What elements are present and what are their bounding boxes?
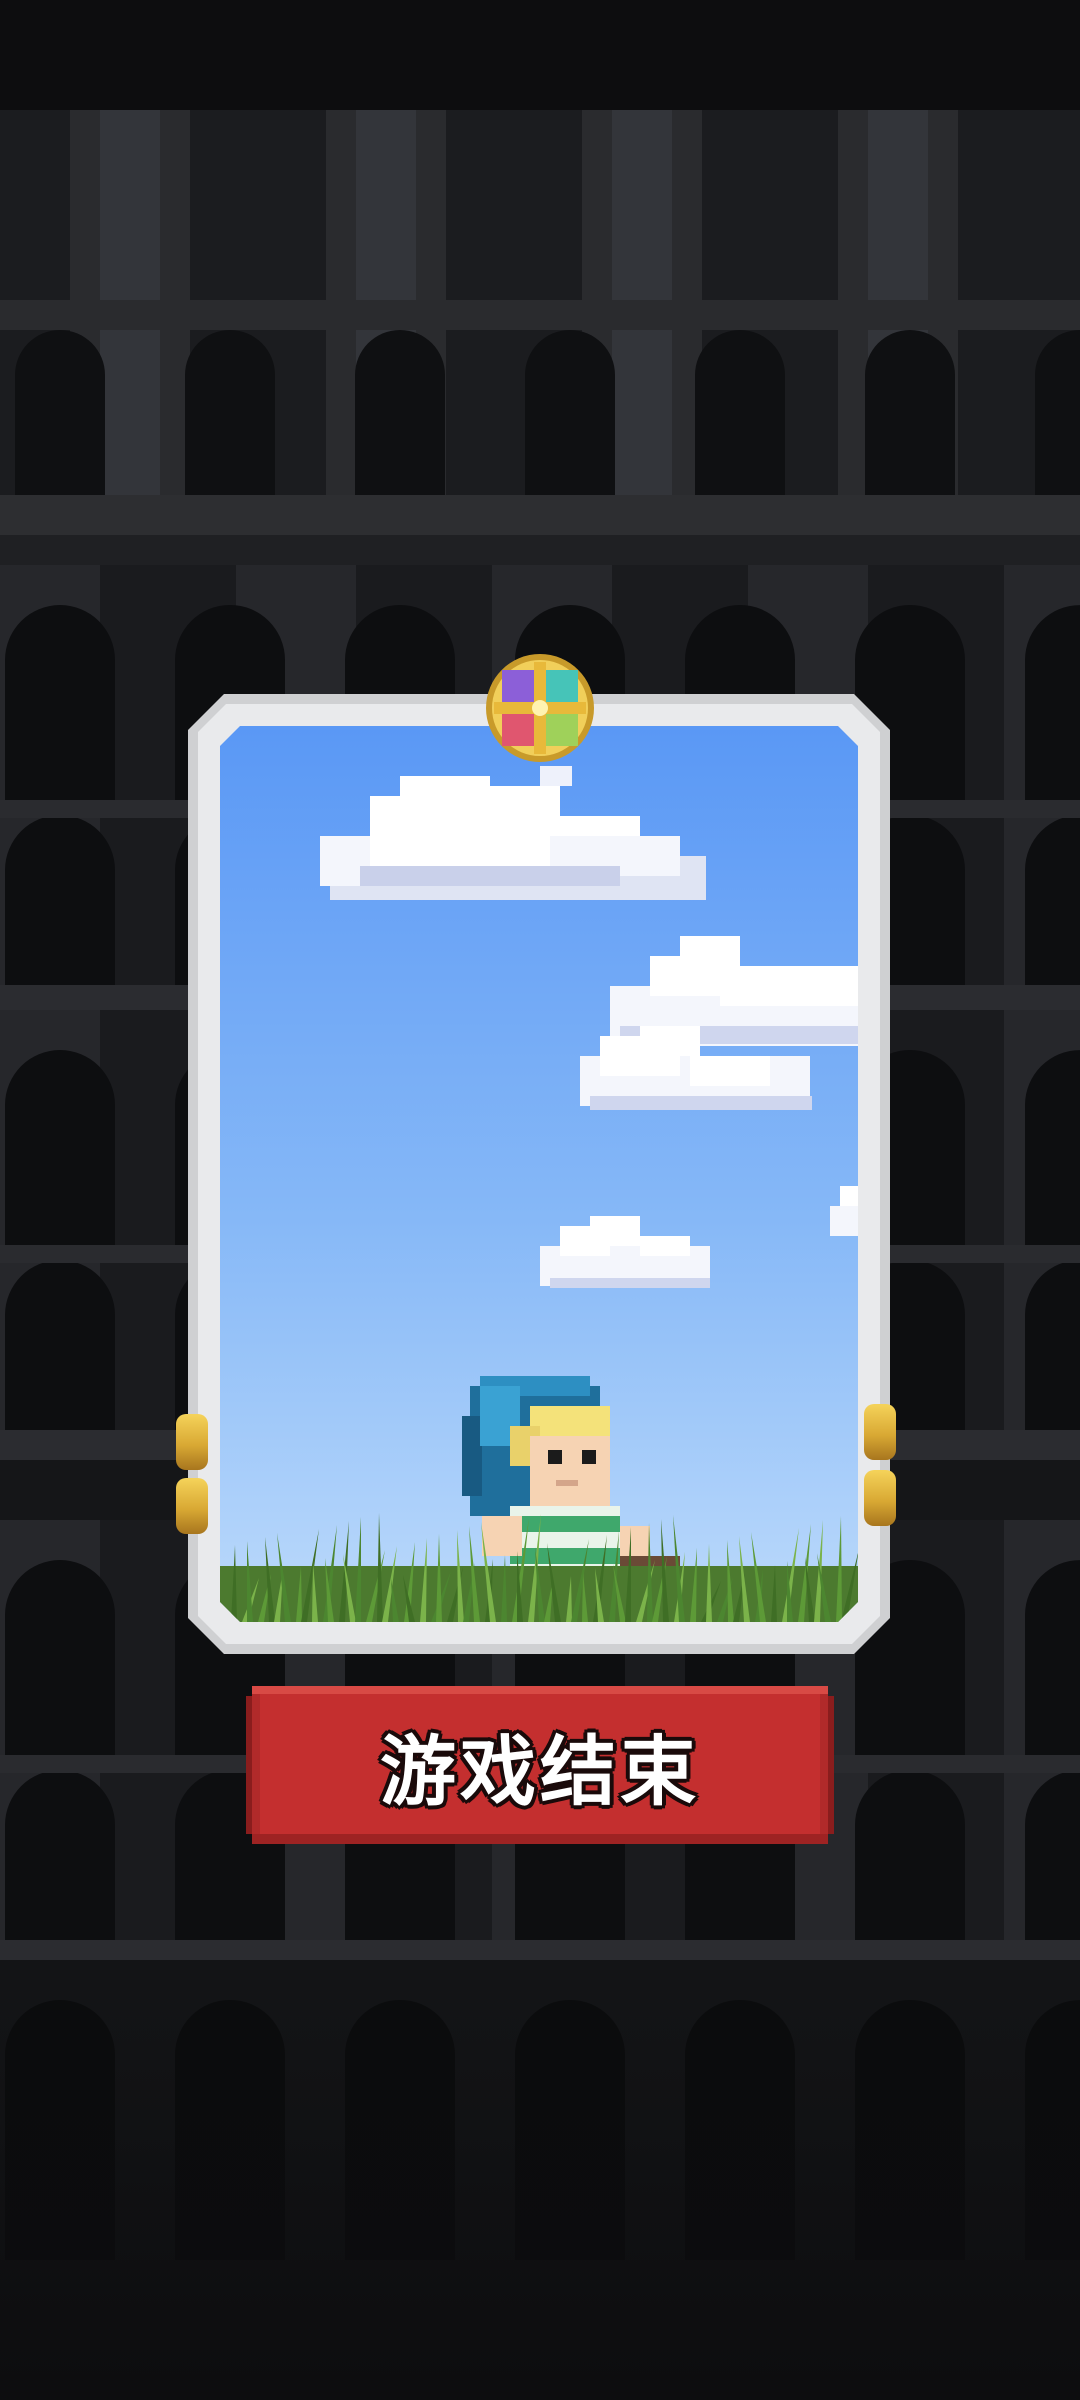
card-scene	[220, 726, 858, 1622]
game-over-label: 游戏结束	[379, 1726, 700, 1818]
gold-trim-left-top	[176, 1414, 208, 1470]
gold-trim-right-bottom	[864, 1470, 896, 1526]
character-card	[188, 694, 890, 1654]
gold-trim-right-top	[864, 1404, 896, 1460]
game-over-button[interactable]: 游戏结束	[246, 1686, 834, 1844]
gold-trim-left-bottom	[176, 1478, 208, 1534]
class-emblem-icon	[486, 654, 594, 762]
